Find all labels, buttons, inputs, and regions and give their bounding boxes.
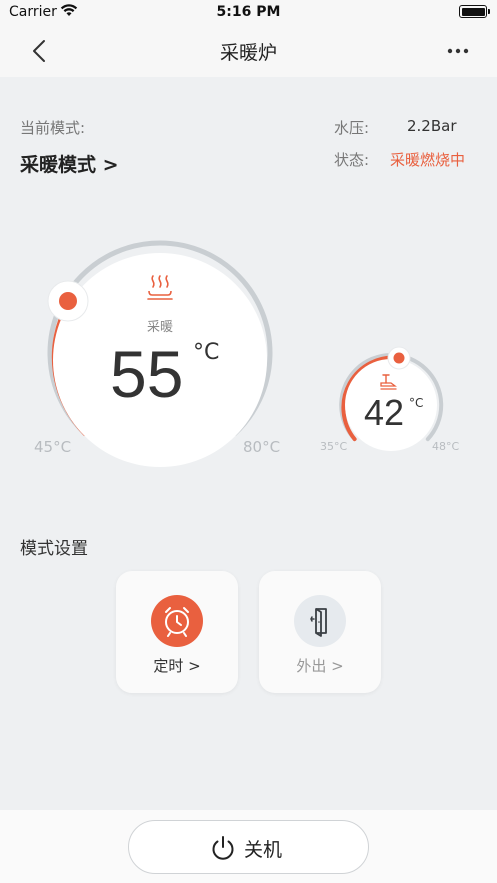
- door-exit-icon: [310, 608, 327, 637]
- pressure-label: 水压:: [334, 119, 370, 137]
- heating-min-temperature: 45°C: [34, 438, 72, 456]
- page-title: 采暖炉: [219, 42, 277, 64]
- away-mode-label: 外出 >: [296, 657, 344, 675]
- power-icon: [212, 836, 234, 860]
- hot-water-temperature-value: 42: [364, 392, 405, 433]
- away-icon-circle: [294, 595, 346, 647]
- away-mode-card[interactable]: 外出 >: [259, 571, 381, 693]
- heating-temperature-unit: °C: [193, 340, 220, 365]
- navigation-bar: 采暖炉: [0, 26, 497, 77]
- timer-icon-circle: [151, 595, 203, 647]
- heating-dial-label: 采暖: [146, 320, 173, 335]
- heating-max-temperature: 80°C: [243, 438, 281, 456]
- hot-water-max-temperature: 48°C: [432, 440, 460, 453]
- state-value: 采暖燃烧中: [390, 151, 466, 169]
- bottom-action-bar: 关机: [0, 810, 497, 883]
- hot-water-temperature-unit: °C: [409, 396, 424, 410]
- pressure-value: 2.2Bar: [407, 117, 457, 135]
- heating-temperature-value: 55: [110, 337, 184, 411]
- battery-icon: [459, 5, 490, 18]
- current-mode-selector[interactable]: 采暖模式 >: [20, 150, 119, 177]
- current-mode-panel: 当前模式: 采暖模式 >: [20, 117, 119, 177]
- power-off-button[interactable]: 关机: [128, 820, 369, 874]
- alarm-clock-icon: [165, 607, 189, 637]
- clock: 5:16 PM: [216, 4, 281, 20]
- state-label: 状态:: [334, 151, 370, 169]
- status-bar: Carrier 5:16 PM: [0, 0, 497, 26]
- mode-settings-title: 模式设置: [20, 539, 88, 559]
- current-mode-label: 当前模式:: [20, 119, 86, 137]
- power-off-label: 关机: [244, 839, 283, 861]
- hot-water-min-temperature: 35°C: [320, 440, 348, 453]
- more-options-icon[interactable]: [447, 48, 469, 54]
- device-status-panel: 水压: 2.2Bar 状态: 采暖燃烧中: [334, 117, 484, 179]
- timer-mode-card[interactable]: 定时 >: [116, 571, 238, 693]
- timer-mode-label: 定时 >: [153, 657, 201, 675]
